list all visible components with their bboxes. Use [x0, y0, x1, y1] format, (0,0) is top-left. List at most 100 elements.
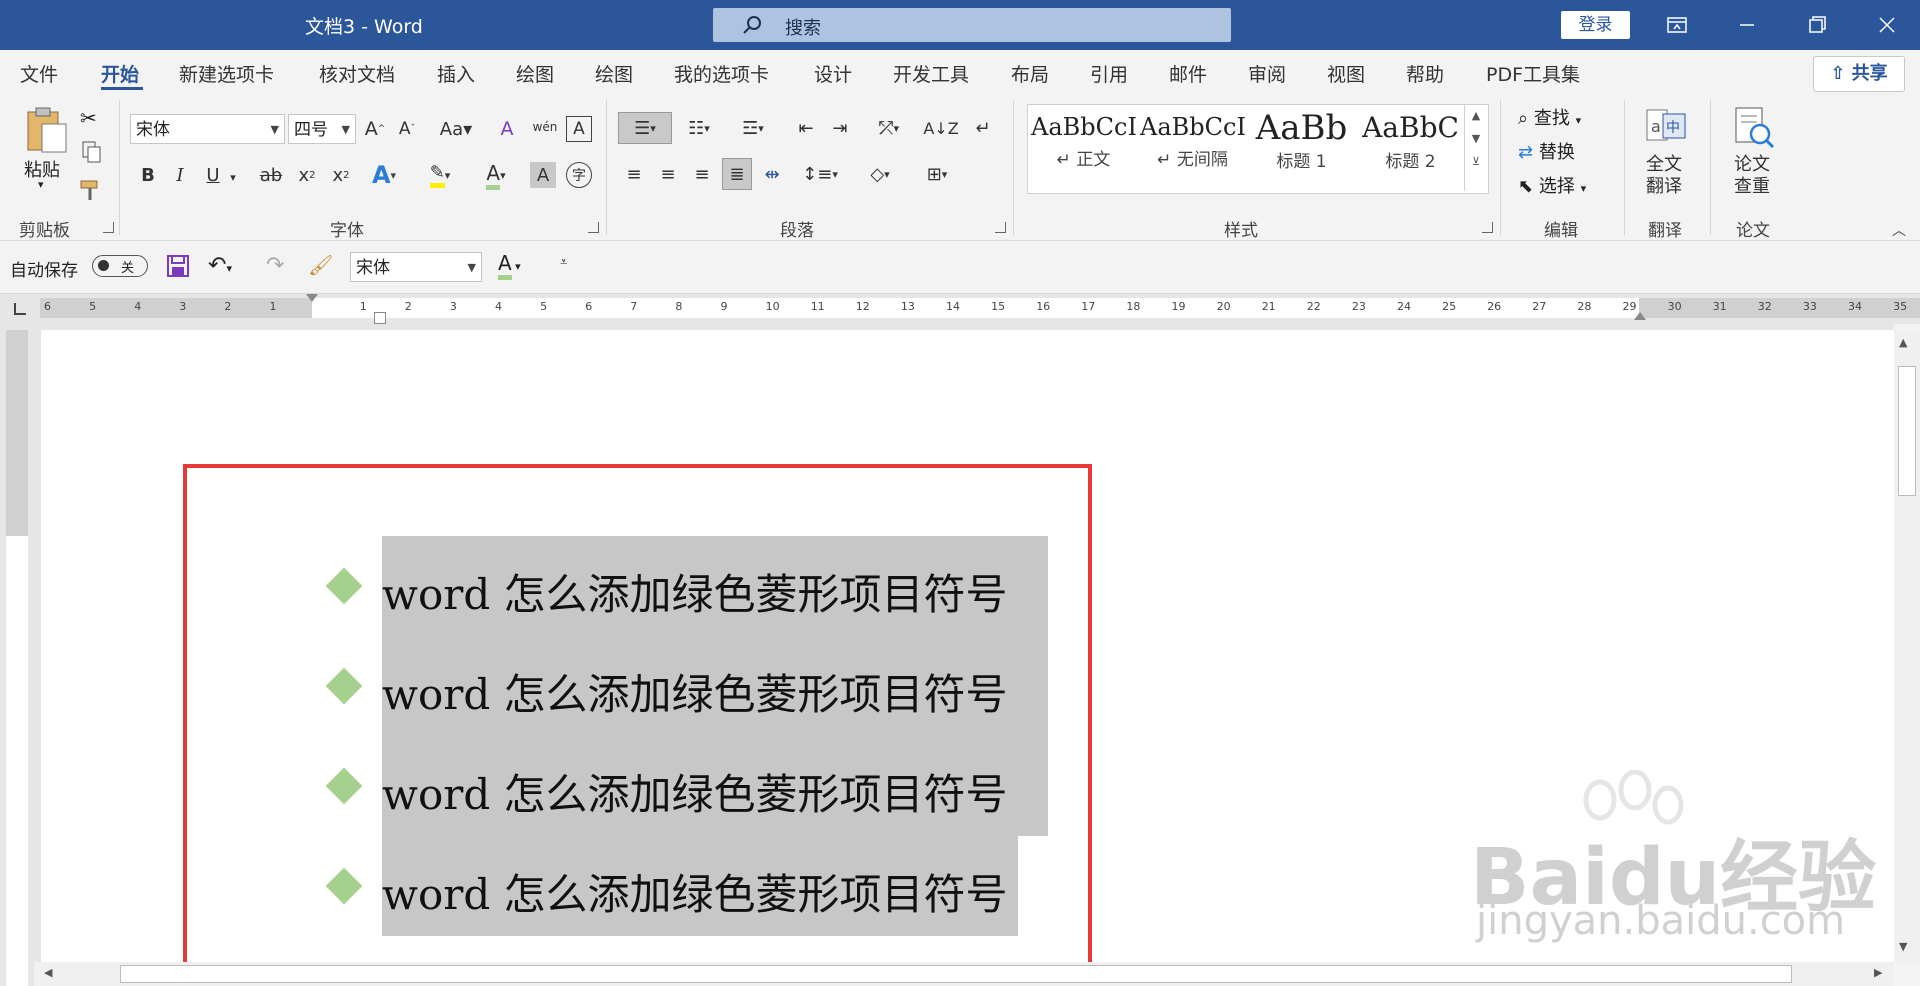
tab-design[interactable]: 设计 [814, 60, 852, 87]
tab-draw-1[interactable]: 绘图 [516, 60, 554, 87]
borders-icon[interactable]: ⊞ ▾ [912, 158, 962, 190]
style-heading-1[interactable]: AaBb 标题 1 [1249, 111, 1354, 172]
horizontal-scroll-thumb[interactable] [120, 965, 1792, 983]
align-center-icon[interactable]: ≡ [654, 158, 682, 190]
tab-view[interactable]: 视图 [1327, 60, 1365, 87]
sort-icon[interactable]: A↓Z [923, 112, 958, 144]
tab-insert[interactable]: 插入 [437, 60, 475, 87]
find-button[interactable]: ⌕ 查找 ▾ [1518, 104, 1581, 130]
tab-review[interactable]: 审阅 [1248, 60, 1286, 87]
distributed-icon[interactable]: ⇹ [758, 158, 786, 190]
highlight-icon[interactable]: ✎ ▾ [418, 160, 462, 190]
gallery-scroll[interactable]: ▲ ▼ ⊻ [1464, 105, 1487, 191]
tab-draw-2[interactable]: 绘图 [595, 60, 633, 87]
copy-icon[interactable] [80, 140, 104, 164]
tab-my-tab[interactable]: 我的选项卡 [674, 60, 769, 87]
italic-icon[interactable]: I [167, 162, 193, 188]
multilevel-list-icon[interactable]: ☲ ▾ [730, 112, 776, 144]
first-line-indent-marker[interactable] [306, 294, 318, 302]
tab-layout[interactable]: 布局 [1011, 60, 1049, 87]
horizontal-scrollbar[interactable]: ◀ ▶ [34, 962, 1894, 986]
cut-icon[interactable]: ✂ [80, 106, 97, 130]
underline-dropdown-icon[interactable]: ▾ [226, 164, 240, 190]
select-button[interactable]: ⬉ 选择 ▾ [1518, 172, 1586, 198]
plagiarism-check-icon[interactable] [1730, 104, 1778, 152]
show-marks-icon[interactable]: ↵ [968, 112, 998, 144]
scroll-down-icon[interactable]: ▼ [1899, 940, 1907, 953]
paste-icon[interactable] [22, 104, 70, 156]
decrease-indent-icon[interactable]: ⇤ [792, 112, 820, 144]
font-size-combo[interactable]: 四号 ▼ [288, 114, 356, 144]
clear-format-icon[interactable]: A [494, 116, 520, 142]
justify-icon[interactable]: ≣ [722, 158, 752, 190]
tab-references[interactable]: 引用 [1090, 60, 1128, 87]
subscript-icon[interactable]: x2 [294, 162, 320, 188]
style-heading-2[interactable]: AaBbC 标题 2 [1358, 113, 1463, 173]
vertical-scroll-thumb[interactable] [1898, 366, 1916, 496]
tab-help[interactable]: 帮助 [1406, 60, 1444, 87]
style-no-spacing[interactable]: AaBbCcI ↵ 无间隔 [1140, 113, 1246, 170]
text-effects-icon[interactable]: A ▾ [364, 160, 404, 190]
undo-icon[interactable]: ↶▾ [208, 253, 232, 278]
tab-new-tab[interactable]: 新建选项卡 [179, 60, 274, 87]
save-icon[interactable] [166, 254, 190, 278]
styles-launcher-icon[interactable] [1482, 222, 1493, 233]
tab-home[interactable]: 开始 [101, 60, 139, 87]
scroll-up-icon[interactable]: ▲ [1899, 336, 1907, 349]
char-border-icon[interactable]: A [566, 116, 592, 142]
bold-icon[interactable]: B [135, 162, 161, 188]
increase-indent-icon[interactable]: ⇥ [826, 112, 854, 144]
collapse-ribbon-icon[interactable]: ︿ [1892, 220, 1906, 240]
translate-icon[interactable]: a中 [1643, 104, 1689, 150]
format-painter-icon[interactable] [78, 178, 104, 204]
tab-mailings[interactable]: 邮件 [1169, 60, 1207, 87]
line-spacing-icon[interactable]: ↕≡ ▾ [798, 158, 842, 190]
share-button[interactable]: ⇧ 共享 [1813, 56, 1905, 92]
plagiarism-check-label[interactable]: 论文 查重 [1734, 154, 1770, 198]
horizontal-ruler[interactable]: 6 5 4 3 2 1 1 2 3 4 5 6 7 8 9 10 11 12 13 14 15 16 17 18 19 20 21 2… [0, 294, 1920, 324]
scroll-left-icon[interactable]: ◀ [44, 966, 52, 979]
tab-file[interactable]: 文件 [20, 60, 58, 87]
customize-qat-icon[interactable]: ⩡ [560, 255, 567, 270]
bullets-button[interactable]: ☰ ▾ [618, 112, 672, 144]
align-left-icon[interactable]: ≡ [620, 158, 648, 190]
login-button[interactable]: 登录 [1561, 11, 1630, 39]
superscript-icon[interactable]: x2 [328, 162, 354, 188]
qat-font-combo[interactable]: 宋体 ▼ [350, 252, 482, 282]
phonetic-guide-icon[interactable]: wén [530, 112, 560, 142]
minimize-icon[interactable] [1730, 10, 1764, 40]
clipboard-launcher-icon[interactable] [103, 222, 114, 233]
close-icon[interactable] [1870, 10, 1904, 40]
right-indent-marker[interactable] [1634, 312, 1646, 320]
style-normal[interactable]: AaBbCcI ↵ 正文 [1031, 113, 1137, 170]
replace-button[interactable]: ⇄ 替换 [1518, 138, 1575, 164]
grow-font-icon[interactable]: A ^ [362, 116, 388, 142]
strikethrough-icon[interactable]: ab [256, 162, 286, 188]
paste-dropdown-icon[interactable]: ▾ [38, 178, 44, 191]
asian-layout-icon[interactable]: ⤱ ▾ [866, 112, 912, 144]
font-launcher-icon[interactable] [588, 222, 599, 233]
hanging-indent-marker[interactable] [374, 312, 386, 324]
enclose-char-icon[interactable]: 字 [566, 162, 592, 188]
translate-label[interactable]: 全文 翻译 [1646, 154, 1682, 198]
font-color-icon[interactable]: A ▾ [474, 160, 518, 190]
underline-icon[interactable]: U [200, 162, 226, 188]
vertical-ruler[interactable] [0, 324, 34, 986]
vertical-scrollbar[interactable]: ▲ ▼ [1894, 330, 1920, 962]
shrink-font-icon[interactable]: Aˇ [394, 116, 420, 142]
change-case-icon[interactable]: Aa▾ [434, 116, 478, 142]
restore-icon[interactable] [1800, 10, 1834, 40]
qat-font-color-icon[interactable]: A ▾ [498, 251, 521, 280]
tab-pdf-tools[interactable]: PDF工具集 [1486, 60, 1580, 87]
align-right-icon[interactable]: ≡ [688, 158, 716, 190]
numbering-icon[interactable]: ☷ ▾ [678, 112, 720, 144]
char-shading-icon[interactable]: A [530, 162, 556, 188]
format-painter-icon[interactable]: 🖌 [308, 253, 333, 277]
shading-icon[interactable]: ◇ ▾ [858, 158, 902, 190]
tab-check-doc[interactable]: 核对文档 [319, 60, 395, 87]
ribbon-display-icon[interactable] [1660, 10, 1694, 40]
font-name-combo[interactable]: 宋体 ▼ [130, 114, 285, 144]
autosave-toggle[interactable]: 关 [92, 255, 148, 277]
paragraph-launcher-icon[interactable] [995, 222, 1006, 233]
scroll-right-icon[interactable]: ▶ [1874, 966, 1882, 979]
